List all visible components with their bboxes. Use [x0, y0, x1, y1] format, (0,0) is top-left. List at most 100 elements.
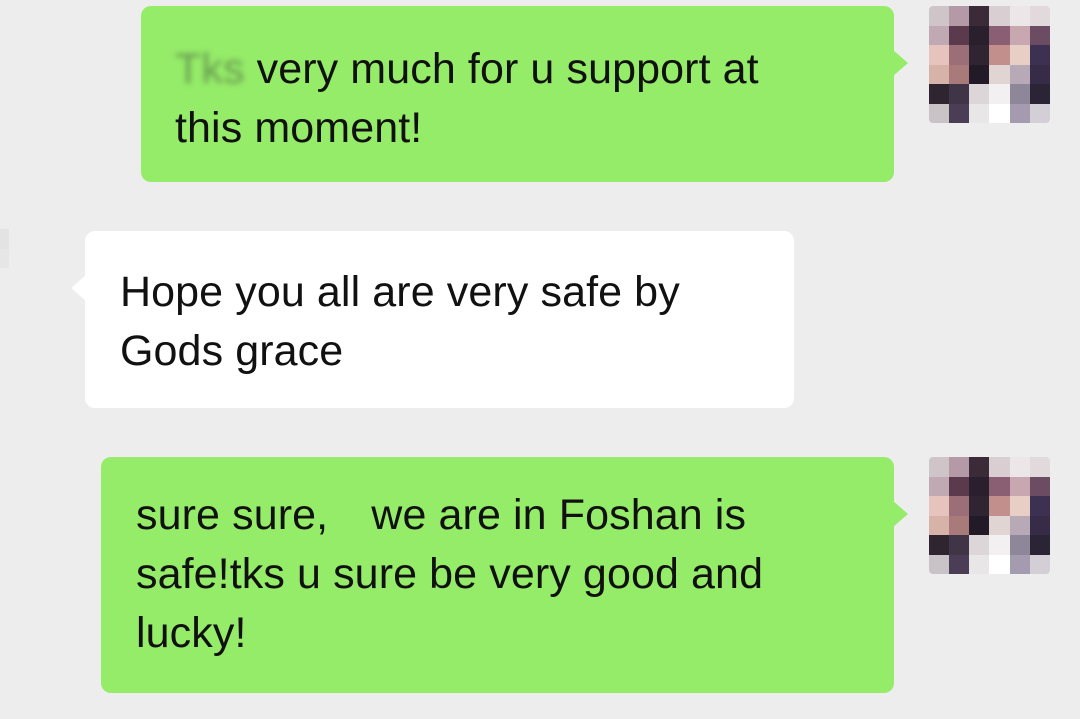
avatar-pixel [929, 103, 950, 123]
avatar-pixel [1029, 515, 1050, 535]
avatar-pixel [929, 6, 950, 26]
avatar-pixel [949, 515, 970, 535]
bubble-tail [71, 275, 86, 301]
avatar-pixel [949, 45, 970, 65]
avatar-pixel [949, 535, 970, 555]
avatar-pixel [949, 103, 970, 123]
avatar-pixel [0, 287, 9, 307]
avatar-pixel [28, 248, 49, 268]
message-body: very much for u support at this moment! [175, 45, 759, 152]
sent-message-bubble[interactable]: Tks very much for u support at this mome… [141, 6, 908, 182]
self-avatar[interactable] [929, 457, 1050, 574]
avatar-pixel [1029, 45, 1050, 65]
contact-avatar[interactable] [0, 229, 49, 346]
avatar-pixel [949, 64, 970, 84]
avatar-pixel [969, 476, 990, 496]
avatar-pixel [1009, 45, 1030, 65]
avatar-pixel [28, 229, 49, 249]
avatar-pixel [0, 307, 9, 327]
avatar-pixel [1009, 476, 1030, 496]
avatar-pixel [989, 45, 1010, 65]
avatar-pixel [8, 326, 29, 346]
avatar-image [0, 229, 49, 346]
redacted-text: Tks [175, 45, 245, 93]
avatar-pixel [969, 496, 990, 516]
avatar-pixel [0, 248, 9, 268]
avatar-pixel [28, 326, 49, 346]
avatar-pixel [929, 64, 950, 84]
avatar-pixel [0, 229, 9, 249]
avatar-pixel [989, 554, 1010, 574]
avatar-image [929, 457, 1050, 574]
avatar-pixel [989, 515, 1010, 535]
avatar-pixel [989, 6, 1010, 26]
avatar-pixel [1009, 496, 1030, 516]
message-text: Hope you all are very safe by Gods grace [120, 268, 680, 375]
avatar-pixel [1029, 64, 1050, 84]
avatar-pixel [1029, 84, 1050, 104]
avatar-pixel [929, 45, 950, 65]
avatar-pixel [989, 103, 1010, 123]
bubble-tail [893, 50, 908, 76]
avatar-pixel [989, 535, 1010, 555]
avatar-pixel [929, 515, 950, 535]
avatar-pixel [949, 25, 970, 45]
avatar-pixel [969, 515, 990, 535]
self-avatar[interactable] [929, 6, 1050, 123]
avatar-pixel [949, 496, 970, 516]
avatar-image [929, 6, 1050, 123]
avatar-pixel [1009, 25, 1030, 45]
avatar-pixel [1029, 535, 1050, 555]
chat-window: Tks very much for u support at this mome… [0, 0, 1080, 719]
avatar-pixel [0, 268, 9, 288]
avatar-pixel [969, 535, 990, 555]
avatar-pixel [929, 535, 950, 555]
avatar-pixel [989, 457, 1010, 477]
avatar-pixel [989, 84, 1010, 104]
message-text: sure sure, we are in Foshan is safe!tks … [136, 491, 764, 657]
avatar-pixel [969, 84, 990, 104]
avatar-pixel [8, 287, 29, 307]
avatar-pixel [949, 84, 970, 104]
sent-message-bubble[interactable]: sure sure, we are in Foshan is safe!tks … [101, 457, 908, 693]
avatar-pixel [1009, 457, 1030, 477]
avatar-pixel [28, 268, 49, 288]
avatar-pixel [989, 25, 1010, 45]
avatar-pixel [949, 6, 970, 26]
avatar-pixel [1029, 103, 1050, 123]
avatar-pixel [949, 457, 970, 477]
avatar-pixel [1009, 554, 1030, 574]
avatar-pixel [989, 496, 1010, 516]
avatar-pixel [989, 476, 1010, 496]
avatar-pixel [1029, 6, 1050, 26]
avatar-pixel [1029, 476, 1050, 496]
avatar-pixel [969, 103, 990, 123]
avatar-pixel [949, 554, 970, 574]
avatar-pixel [1009, 535, 1030, 555]
received-message-bubble[interactable]: Hope you all are very safe by Gods grace [71, 231, 794, 408]
avatar-pixel [8, 268, 29, 288]
avatar-pixel [28, 287, 49, 307]
avatar-pixel [969, 45, 990, 65]
avatar-pixel [8, 307, 29, 327]
avatar-pixel [1029, 554, 1050, 574]
avatar-pixel [929, 457, 950, 477]
avatar-pixel [1029, 25, 1050, 45]
avatar-pixel [969, 457, 990, 477]
avatar-pixel [989, 64, 1010, 84]
avatar-pixel [929, 84, 950, 104]
avatar-pixel [1009, 84, 1030, 104]
avatar-pixel [969, 554, 990, 574]
avatar-pixel [1009, 6, 1030, 26]
avatar-pixel [1029, 457, 1050, 477]
avatar-pixel [929, 554, 950, 574]
avatar-pixel [969, 6, 990, 26]
avatar-pixel [28, 307, 49, 327]
bubble-tail [893, 501, 908, 527]
avatar-pixel [929, 476, 950, 496]
avatar-pixel [949, 476, 970, 496]
avatar-pixel [1009, 103, 1030, 123]
message-text: Tks very much for u support at this mome… [175, 40, 854, 158]
avatar-pixel [1009, 64, 1030, 84]
avatar-pixel [8, 248, 29, 268]
